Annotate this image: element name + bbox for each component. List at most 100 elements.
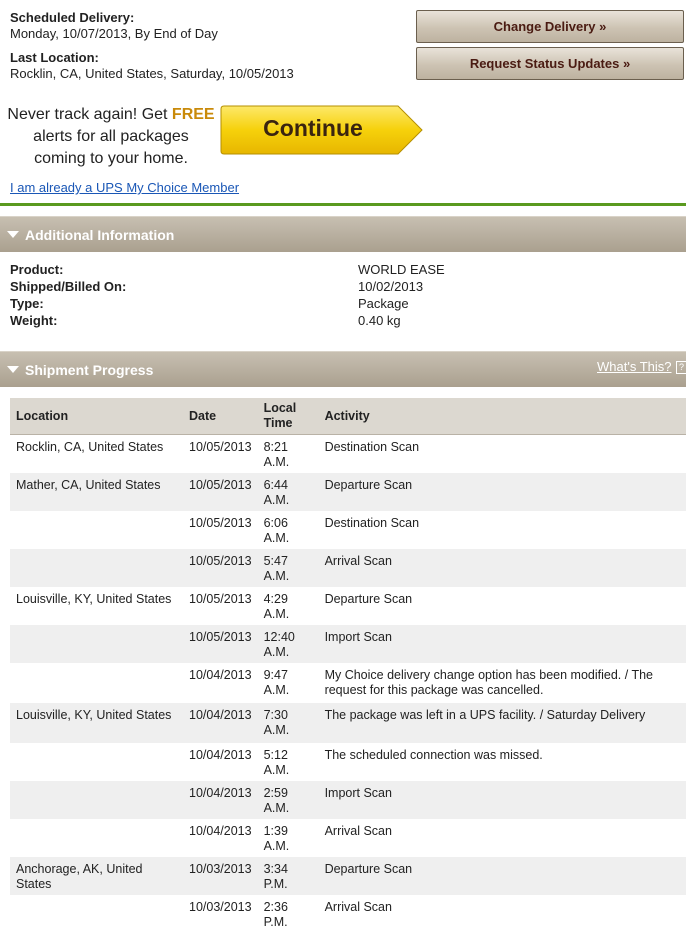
last-location-value: Rocklin, CA, United States, Saturday, 10… xyxy=(10,66,294,81)
type-label: Type: xyxy=(10,296,44,311)
row-location xyxy=(10,743,183,781)
row-activity: Import Scan xyxy=(318,625,686,663)
row-date: 10/04/2013 xyxy=(183,781,258,819)
product-value: WORLD EASE xyxy=(358,262,445,277)
collapse-triangle-icon xyxy=(7,366,19,373)
table-row: 10/04/2013 9:47 A.M. My Choice delivery … xyxy=(10,663,686,703)
scheduled-delivery-value: Monday, 10/07/2013, By End of Day xyxy=(10,26,218,41)
shipped-billed-label: Shipped/Billed On: xyxy=(10,279,127,294)
green-divider xyxy=(0,203,686,206)
shipment-progress-header[interactable]: Shipment Progress What's This? ? xyxy=(0,351,686,387)
row-time: 3:34 P.M. xyxy=(257,857,319,895)
type-value: Package xyxy=(358,296,409,311)
help-icon[interactable]: ? xyxy=(676,361,686,374)
table-row: Mather, CA, United States 10/05/2013 6:4… xyxy=(10,473,686,511)
table-row: 10/04/2013 1:39 A.M. Arrival Scan xyxy=(10,819,686,857)
row-activity: Arrival Scan xyxy=(324,824,392,838)
table-row: 10/05/2013 12:40 A.M. Import Scan xyxy=(10,625,686,663)
table-row: 10/04/2013 5:12 A.M. The scheduled conne… xyxy=(10,743,686,781)
continue-label: Continue xyxy=(263,115,363,141)
shipment-progress-title: Shipment Progress xyxy=(25,362,154,378)
row-date: 10/05/2013 xyxy=(189,516,252,530)
row-date: 10/04/2013 xyxy=(189,748,252,762)
row-location xyxy=(10,511,183,549)
row-time: 5:47 A.M. xyxy=(257,549,319,587)
row-activity: The package was left in a UPS facility. … xyxy=(318,703,686,743)
table-row: 10/05/2013 6:06 A.M. Destination Scan xyxy=(10,511,686,549)
row-time: 7:30 A.M. xyxy=(257,703,319,743)
row-date: 10/03/2013 xyxy=(189,900,252,914)
row-location: Louisville, KY, United States xyxy=(16,592,172,606)
additional-info-title: Additional Information xyxy=(25,227,175,243)
row-time: 6:06 A.M. xyxy=(263,516,290,545)
table-row: 10/03/2013 2:36 P.M. Arrival Scan xyxy=(10,895,686,933)
row-date: 10/05/2013 xyxy=(189,440,252,454)
shipped-billed-value: 10/02/2013 xyxy=(358,279,424,294)
row-activity: My Choice delivery change option has bee… xyxy=(324,668,653,697)
row-location xyxy=(10,625,183,663)
weight-label: Weight: xyxy=(10,313,58,328)
promo-free: FREE xyxy=(171,106,215,123)
weight-value: 0.40 kg xyxy=(358,313,401,328)
row-time: 12:40 A.M. xyxy=(257,625,319,663)
row-location xyxy=(10,663,183,703)
row-activity: Departure Scan xyxy=(318,857,686,895)
column-activity: Activity xyxy=(318,398,686,435)
row-date: 10/04/2013 xyxy=(189,824,252,838)
row-date: 10/05/2013 xyxy=(183,549,258,587)
table-row: Anchorage, AK, United States 10/03/2013 … xyxy=(10,857,686,895)
row-time: 9:47 A.M. xyxy=(263,668,290,697)
shipment-progress-table: Location Date Local Time Activity Rockli… xyxy=(10,398,686,933)
row-date: 10/03/2013 xyxy=(183,857,258,895)
row-location: Rocklin, CA, United States xyxy=(16,440,164,454)
row-time: 1:39 A.M. xyxy=(263,824,290,853)
row-location: Louisville, KY, United States xyxy=(10,703,183,743)
table-row: Louisville, KY, United States 10/05/2013… xyxy=(10,587,686,625)
collapse-triangle-icon xyxy=(7,231,19,238)
table-row: 10/05/2013 5:47 A.M. Arrival Scan xyxy=(10,549,686,587)
row-activity: Departure Scan xyxy=(318,473,686,511)
row-location xyxy=(10,895,183,933)
column-local-time: Local Time xyxy=(257,398,319,435)
row-date: 10/04/2013 xyxy=(183,703,258,743)
row-location xyxy=(10,819,183,857)
row-date: 10/05/2013 xyxy=(183,473,258,511)
table-row: 10/04/2013 2:59 A.M. Import Scan xyxy=(10,781,686,819)
column-location: Location xyxy=(10,398,183,435)
column-date: Date xyxy=(183,398,258,435)
table-row: Louisville, KY, United States 10/04/2013… xyxy=(10,703,686,743)
change-delivery-button[interactable]: Change Delivery » xyxy=(416,10,684,43)
row-time: 4:29 A.M. xyxy=(263,592,290,621)
row-activity: Arrival Scan xyxy=(324,900,392,914)
my-choice-promo: Never track again! Get FREE alerts for a… xyxy=(0,104,222,170)
row-location: Mather, CA, United States xyxy=(10,473,183,511)
row-date: 10/05/2013 xyxy=(183,625,258,663)
product-label: Product: xyxy=(10,262,64,277)
whats-this-link[interactable]: What's This? xyxy=(597,359,672,374)
promo-line2: alerts for all packages xyxy=(33,128,189,145)
row-location xyxy=(10,549,183,587)
request-status-updates-button[interactable]: Request Status Updates » xyxy=(416,47,684,80)
row-time: 8:21 A.M. xyxy=(263,440,290,469)
row-activity: Departure Scan xyxy=(324,592,413,606)
row-time: 6:44 A.M. xyxy=(257,473,319,511)
row-activity: Import Scan xyxy=(318,781,686,819)
scheduled-delivery-label: Scheduled Delivery: xyxy=(10,10,135,25)
row-time: 5:12 A.M. xyxy=(263,748,290,777)
row-activity: The scheduled connection was missed. xyxy=(324,748,543,762)
continue-button[interactable]: Continue xyxy=(220,105,424,155)
row-time: 2:36 P.M. xyxy=(263,900,288,929)
row-date: 10/05/2013 xyxy=(189,592,252,606)
my-choice-member-link[interactable]: I am already a UPS My Choice Member xyxy=(10,180,239,195)
promo-line3: coming to your home. xyxy=(34,150,188,167)
row-activity: Destination Scan xyxy=(324,440,420,454)
row-time: 2:59 A.M. xyxy=(257,781,319,819)
row-activity: Destination Scan xyxy=(324,516,420,530)
additional-info-header[interactable]: Additional Information xyxy=(0,216,686,252)
table-header-row: Location Date Local Time Activity xyxy=(10,398,686,435)
table-row: Rocklin, CA, United States 10/05/2013 8:… xyxy=(10,435,686,474)
row-activity: Arrival Scan xyxy=(318,549,686,587)
row-location xyxy=(10,781,183,819)
row-date: 10/04/2013 xyxy=(189,668,252,682)
promo-line1: Never track again! Get xyxy=(7,106,172,123)
